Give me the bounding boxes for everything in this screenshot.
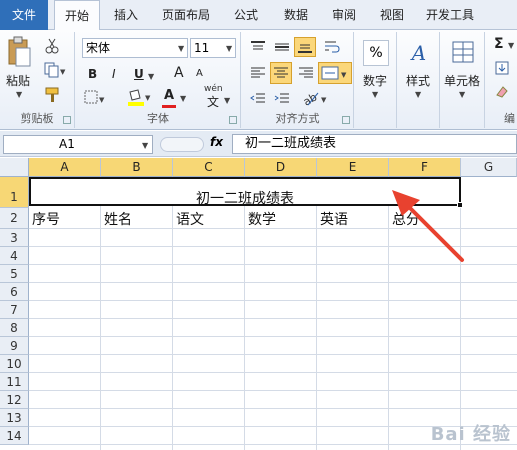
annotation-arrow-icon	[392, 190, 464, 262]
watermark: Bai 经验	[430, 424, 511, 445]
